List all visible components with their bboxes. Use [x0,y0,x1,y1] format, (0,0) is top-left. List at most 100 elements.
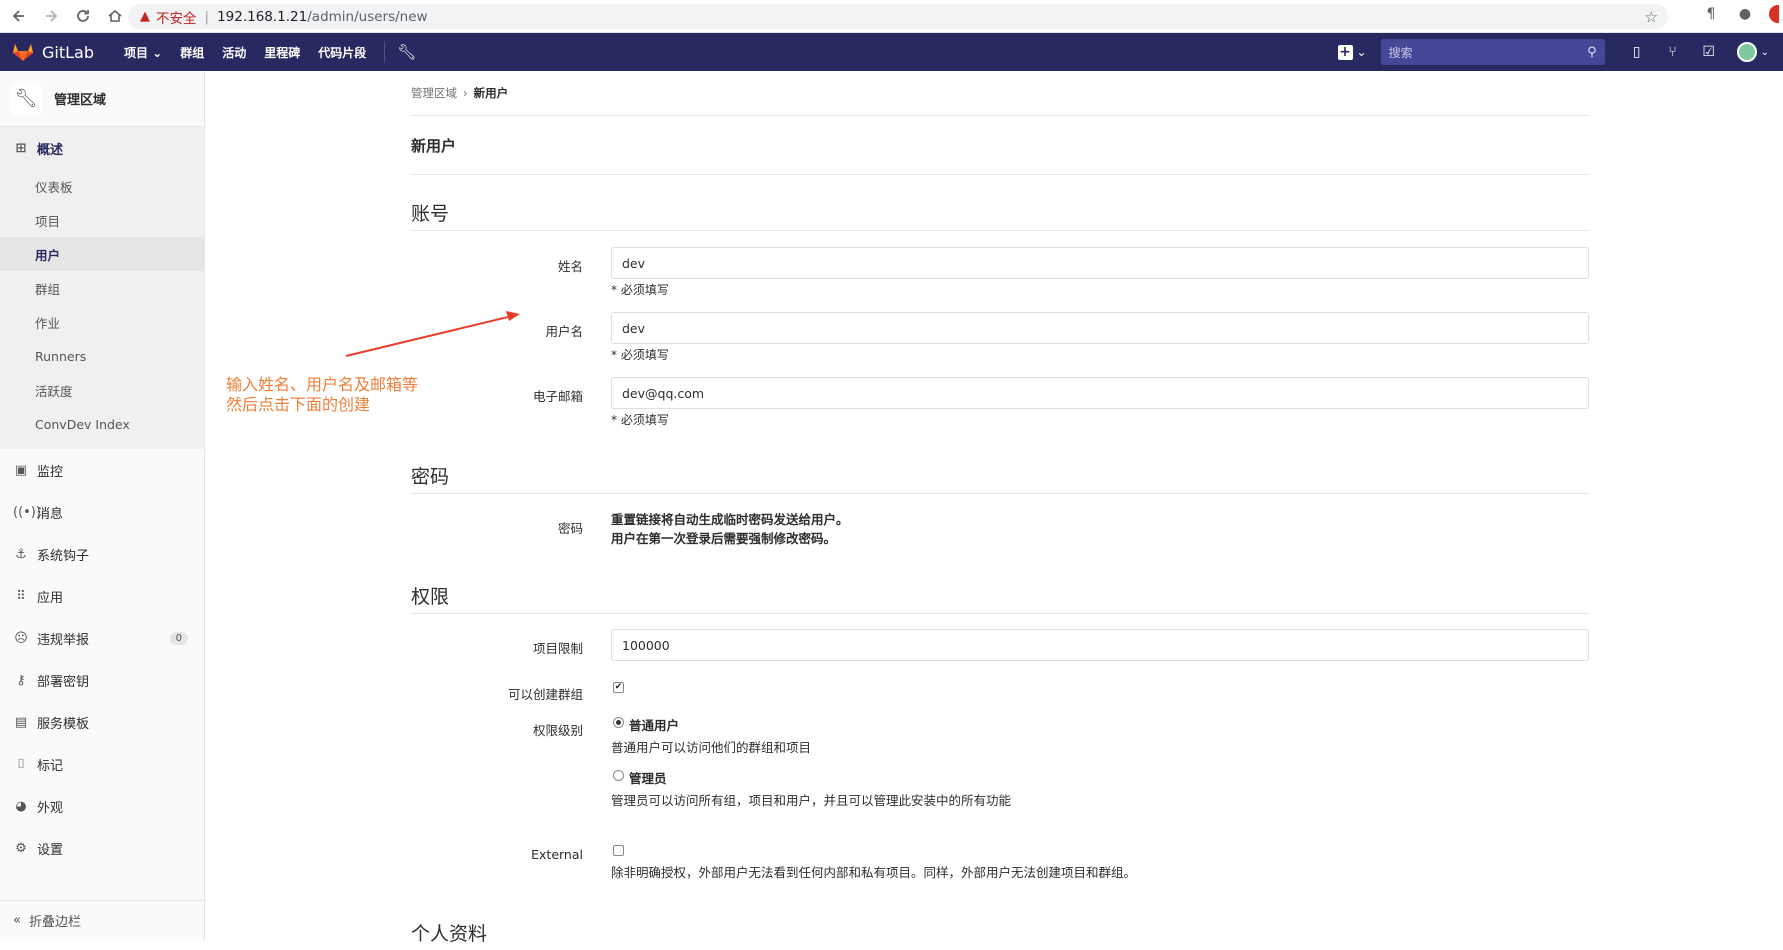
annotation-text: 输入姓名、用户名及邮箱等 然后点击下面的创建 [226,375,419,414]
email-label: 电子邮箱 [532,389,583,404]
top-nav: 项目 ⌄ 群组 活动 里程碑 代码片段 [124,44,366,61]
grid-icon: ⊞ [15,140,27,156]
bookmark-star-icon[interactable]: ☆ [1645,8,1658,26]
sidebar: 🔧︎ 管理区域 ⊞ 概述 仪表板 项目 用户 群组 作业 Runners 活跃度… [0,71,205,940]
breadcrumb-current: 新用户 [473,86,509,100]
sidebar-item-abuse-reports[interactable]: ☹ 违规举报 0 [0,617,204,659]
external-checkbox[interactable] [613,845,624,856]
email-field[interactable]: dev@qq.com [611,377,1589,409]
forward-icon[interactable] [38,3,64,29]
sidebar-header[interactable]: 🔧︎ 管理区域 [0,71,204,127]
name-field[interactable]: dev [611,247,1589,279]
header-right: + ⌄ 搜索 ⚲ ▯ ⑂ ☑ ⌄ [1337,33,1783,71]
collapse-sidebar-button[interactable]: « 折叠边栏 [0,900,204,940]
label-icon: ⌷ [17,756,25,772]
todo-panel-icon[interactable]: ▯ [1619,44,1655,60]
admin-wrench-icon[interactable]: 🔧︎ [397,43,416,61]
nav-projects[interactable]: 项目 ⌄ [124,44,162,61]
sidebar-title: 管理区域 [54,93,107,108]
section-password: 密码 [411,462,1589,494]
name-label: 姓名 [557,259,583,274]
todo-check-icon[interactable]: ☑ [1691,44,1727,60]
reload-icon[interactable] [70,3,96,29]
extension-red-icon[interactable] [1769,5,1779,23]
project-limit-field[interactable]: 100000 [611,629,1589,661]
nav-snippets[interactable]: 代码片段 [318,44,366,61]
palette-icon: ◕ [15,798,27,814]
plus-icon: + [1337,44,1353,60]
gitlab-logo[interactable]: GitLab [12,42,94,62]
sidebar-sub-users[interactable]: 用户 [0,237,204,271]
browser-toolbar: ▲ 不安全 | 192.168.1.21 /admin/users/new ☆ … [0,0,1783,33]
can-create-group-label: 可以创建群组 [507,687,583,702]
user-avatar[interactable] [1736,42,1757,62]
url-path: /admin/users/new [307,8,428,25]
monitor-icon: ▣ [14,462,28,478]
admin-label[interactable]: 管理员 [629,768,667,787]
sidebar-item-messages[interactable]: ((•)) 消息 [0,491,204,533]
section-profile: 个人资料 [411,923,488,945]
sidebar-sub-runners[interactable]: Runners [0,339,204,373]
nav-activity[interactable]: 活动 [222,44,246,61]
sidebar-item-overview[interactable]: ⊞ 概述 [0,127,204,169]
sidebar-sub-jobs[interactable]: 作业 [0,305,204,339]
sidebar-sub-convdev[interactable]: ConvDev Index [0,407,204,441]
main-content: 管理区域 › 新用户 新用户 账号 姓名 dev * 必须填写 用户名 dev … [411,71,1589,945]
sidebar-item-hooks[interactable]: ⚓ 系统钩子 [0,533,204,575]
home-icon[interactable] [102,3,128,29]
profile-icon[interactable]: ● [1735,4,1755,24]
anchor-icon: ⚓ [15,546,27,562]
abuse-count-badge: 0 [169,631,188,645]
sidebar-sub-dashboard[interactable]: 仪表板 [0,169,204,203]
warning-icon: ▲ [140,9,150,24]
regular-user-radio[interactable] [613,717,624,728]
breadcrumb-admin[interactable]: 管理区域 [411,85,457,101]
search-input[interactable]: 搜索 ⚲ [1380,39,1605,65]
regular-user-label[interactable]: 普通用户 [629,715,679,734]
sidebar-item-labels[interactable]: ⌷ 标记 [0,743,204,785]
section-access: 权限 [411,582,1589,614]
nav-divider [384,41,386,63]
address-bar[interactable]: ▲ 不安全 | 192.168.1.21 /admin/users/new ☆ [128,4,1668,29]
sidebar-sub-groups[interactable]: 群组 [0,271,204,305]
template-icon: ▤ [14,714,28,730]
wrench-icon: 🔧︎ [10,82,42,115]
gear-icon: ⚙ [15,840,27,856]
name-required-hint: * 必须填写 [611,283,669,297]
nav-groups[interactable]: 群组 [180,44,204,61]
sidebar-item-settings[interactable]: ⚙ 设置 [0,827,204,869]
sidebar-item-appearance[interactable]: ◕ 外观 [0,785,204,827]
admin-radio[interactable] [613,770,624,781]
admin-desc: 管理员可以访问所有组，项目和用户，并且可以管理此安装中的所有功能 [611,793,1012,808]
sidebar-item-monitoring[interactable]: ▣ 监控 [0,449,204,491]
external-desc: 除非明确授权，外部用户无法看到任何内部和私有项目。同样，外部用户无法创建项目和群… [611,865,1137,880]
sidebar-overview-group: ⊞ 概述 仪表板 项目 用户 群组 作业 Runners 活跃度 ConvDev… [0,127,204,449]
username-label: 用户名 [545,324,583,339]
sidebar-sub-projects[interactable]: 项目 [0,203,204,237]
chevron-down-icon[interactable]: ⌄ [1761,47,1769,58]
section-account: 账号 [411,199,1589,231]
search-placeholder: 搜索 [1388,45,1413,60]
password-label: 密码 [557,521,583,536]
insecure-label: 不安全 [156,10,197,27]
can-create-group-checkbox[interactable]: ✔ [613,682,624,693]
sidebar-item-applications[interactable]: ⠿ 应用 [0,575,204,617]
gitlab-header: GitLab 项目 ⌄ 群组 活动 里程碑 代码片段 🔧︎ + ⌄ 搜索 ⚲ ▯ … [0,33,1783,71]
page-title: 新用户 [411,116,1589,175]
gitlab-logo-text: GitLab [42,42,94,62]
email-required-hint: * 必须填写 [611,413,669,427]
fox-icon [13,44,33,61]
password-info: 重置链接将自动生成临时密码发送给用户。 用户在第一次登录后需要强制修改密码。 [611,512,849,546]
nav-milestones[interactable]: 里程碑 [264,44,300,61]
extension-icon[interactable]: ¶ [1701,4,1721,24]
external-label: External [531,847,583,862]
broadcast-icon: ((•)) [13,504,41,520]
sidebar-item-service-templates[interactable]: ▤ 服务模板 [0,701,204,743]
merge-request-icon[interactable]: ⑂ [1655,44,1691,60]
sidebar-item-deploy-keys[interactable]: ⚷ 部署密钥 [0,659,204,701]
sidebar-sub-activity[interactable]: 活跃度 [0,373,204,407]
username-field[interactable]: dev [611,312,1589,344]
back-icon[interactable] [6,3,32,29]
project-limit-label: 项目限制 [532,641,583,656]
new-dropdown[interactable]: + ⌄ [1337,44,1367,60]
